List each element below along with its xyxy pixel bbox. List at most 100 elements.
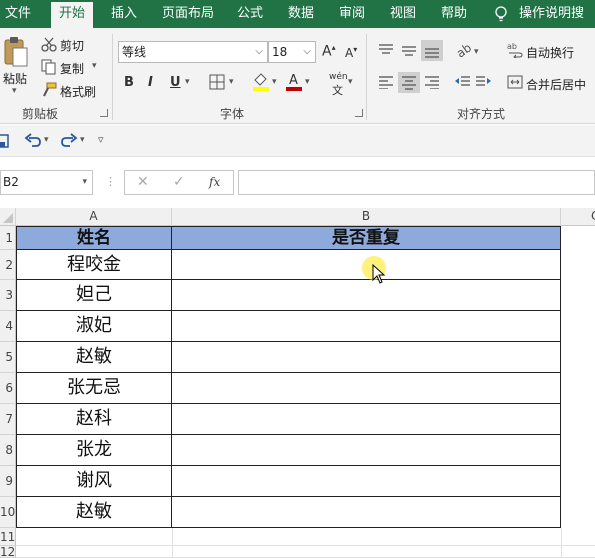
bold-button[interactable]: B bbox=[124, 75, 134, 90]
merge-center-button[interactable]: 合并后居中 bbox=[526, 76, 586, 93]
save-icon[interactable] bbox=[0, 134, 10, 148]
clipboard-dialog-launcher-icon[interactable] bbox=[100, 109, 108, 117]
row-header[interactable]: 11 bbox=[0, 528, 16, 546]
font-size-combo[interactable]: 18 ⌵ bbox=[268, 41, 316, 63]
align-middle-icon[interactable] bbox=[401, 43, 417, 57]
copy-icon[interactable] bbox=[41, 59, 57, 75]
tab-insert[interactable]: 插入 bbox=[111, 0, 137, 28]
formula-input[interactable] bbox=[238, 170, 595, 195]
font-color-dropdown-icon[interactable]: ▾ bbox=[305, 77, 310, 87]
align-right-icon[interactable] bbox=[424, 75, 440, 89]
row-header[interactable]: 8 bbox=[0, 435, 16, 466]
tab-formulas[interactable]: 公式 bbox=[237, 0, 263, 28]
redo-dropdown-icon[interactable]: ▾ bbox=[80, 135, 85, 145]
decrease-indent-icon[interactable] bbox=[453, 75, 471, 89]
duplicate-check-cell[interactable] bbox=[172, 373, 561, 404]
row-header[interactable]: 10 bbox=[0, 497, 16, 528]
merge-center-icon[interactable] bbox=[507, 74, 523, 90]
wrap-text-button[interactable]: 自动换行 bbox=[526, 44, 574, 61]
cancel-entry-button[interactable]: ✕ bbox=[137, 174, 149, 190]
tab-review[interactable]: 审阅 bbox=[339, 0, 365, 28]
grow-font-button[interactable]: A▴ bbox=[322, 43, 336, 60]
format-painter-button[interactable]: 格式刷 bbox=[60, 83, 96, 100]
name-cell[interactable]: 淑妃 bbox=[16, 311, 172, 342]
row-header[interactable]: 2 bbox=[0, 250, 16, 280]
column-header-c[interactable]: C bbox=[561, 208, 595, 226]
fill-color-dropdown-icon[interactable]: ▾ bbox=[272, 77, 277, 87]
customize-qat-icon[interactable]: ▿ bbox=[98, 133, 104, 146]
duplicate-check-cell[interactable] bbox=[172, 497, 561, 528]
duplicate-check-cell[interactable] bbox=[172, 311, 561, 342]
copy-button[interactable]: 复制 bbox=[60, 60, 84, 77]
underline-dropdown-icon[interactable]: ▾ bbox=[185, 77, 190, 87]
row-header[interactable]: 4 bbox=[0, 311, 16, 342]
font-color-icon[interactable]: A bbox=[285, 71, 303, 91]
phonetic-guide-button[interactable]: wén bbox=[329, 72, 348, 82]
row-header[interactable]: 5 bbox=[0, 342, 16, 373]
align-bottom-button[interactable] bbox=[421, 40, 443, 61]
font-dialog-launcher-icon[interactable] bbox=[355, 109, 363, 117]
name-cell[interactable]: 张无忌 bbox=[16, 373, 172, 404]
wrap-text-icon[interactable]: ab bbox=[507, 42, 523, 58]
align-top-icon[interactable] bbox=[378, 43, 394, 57]
name-box-dropdown-icon[interactable]: ▾ bbox=[82, 171, 87, 194]
tell-me-search[interactable]: 操作说明搜索 bbox=[519, 0, 595, 49]
align-left-icon[interactable] bbox=[378, 75, 394, 89]
paste-label[interactable]: 粘贴 bbox=[3, 70, 27, 87]
tab-home[interactable]: 开始 bbox=[51, 2, 94, 28]
align-center-button[interactable] bbox=[398, 72, 420, 93]
italic-button[interactable]: I bbox=[148, 75, 153, 90]
paste-icon[interactable] bbox=[3, 36, 29, 68]
scissors-icon[interactable] bbox=[41, 36, 57, 52]
increase-indent-icon[interactable] bbox=[475, 75, 493, 89]
orientation-dropdown-icon[interactable]: ▾ bbox=[474, 47, 479, 57]
name-cell[interactable]: 赵敏 bbox=[16, 497, 172, 528]
tab-help[interactable]: 帮助 bbox=[441, 0, 467, 28]
name-cell[interactable]: 程咬金 bbox=[16, 250, 172, 280]
underline-button[interactable]: U bbox=[170, 75, 181, 90]
column-header-b[interactable]: B bbox=[172, 208, 561, 226]
orientation-icon[interactable]: ab bbox=[455, 42, 473, 58]
select-all-corner[interactable] bbox=[0, 208, 16, 226]
duplicate-check-cell[interactable] bbox=[172, 435, 561, 466]
confirm-entry-button[interactable]: ✓ bbox=[173, 174, 185, 190]
header-cell-b[interactable]: 是否重复 bbox=[172, 226, 561, 250]
paste-dropdown-icon[interactable]: ▾ bbox=[12, 86, 17, 96]
borders-icon[interactable] bbox=[209, 74, 225, 90]
row-header[interactable]: 12 bbox=[0, 546, 16, 558]
row-header[interactable]: 3 bbox=[0, 280, 16, 311]
format-painter-icon[interactable] bbox=[41, 82, 57, 98]
duplicate-check-cell[interactable] bbox=[172, 342, 561, 373]
name-cell[interactable]: 妲己 bbox=[16, 280, 172, 311]
name-box[interactable]: B2 ▾ bbox=[0, 170, 93, 195]
copy-dropdown-icon[interactable]: ▾ bbox=[92, 61, 97, 71]
tab-data[interactable]: 数据 bbox=[288, 0, 314, 28]
tab-view[interactable]: 视图 bbox=[390, 0, 416, 28]
row-header[interactable]: 7 bbox=[0, 404, 16, 435]
row-header[interactable]: 6 bbox=[0, 373, 16, 404]
phonetic-dropdown-icon[interactable]: ▾ bbox=[348, 77, 353, 87]
name-cell[interactable]: 赵科 bbox=[16, 404, 172, 435]
name-cell[interactable]: 谢风 bbox=[16, 466, 172, 497]
redo-icon[interactable] bbox=[60, 133, 78, 149]
duplicate-check-cell[interactable] bbox=[172, 466, 561, 497]
duplicate-check-cell[interactable] bbox=[172, 404, 561, 435]
duplicate-check-cell[interactable] bbox=[172, 280, 561, 311]
row-header[interactable]: 1 bbox=[0, 226, 16, 250]
header-cell-a[interactable]: 姓名 bbox=[16, 226, 172, 250]
tab-file[interactable]: 文件 bbox=[5, 0, 31, 28]
borders-dropdown-icon[interactable]: ▾ bbox=[229, 77, 234, 87]
undo-icon[interactable] bbox=[24, 133, 42, 149]
undo-dropdown-icon[interactable]: ▾ bbox=[44, 135, 49, 145]
fill-color-icon[interactable] bbox=[252, 71, 270, 91]
font-name-combo[interactable]: 等线 ⌵ bbox=[118, 41, 268, 63]
cut-button[interactable]: 剪切 bbox=[60, 37, 84, 54]
shrink-font-button[interactable]: A▾ bbox=[345, 45, 357, 60]
insert-function-button[interactable]: fx bbox=[209, 175, 220, 189]
row-header[interactable]: 9 bbox=[0, 466, 16, 497]
name-cell[interactable]: 张龙 bbox=[16, 435, 172, 466]
name-cell[interactable]: 赵敏 bbox=[16, 342, 172, 373]
lightbulb-icon[interactable] bbox=[494, 6, 508, 22]
column-header-a[interactable]: A bbox=[16, 208, 172, 226]
tab-page-layout[interactable]: 页面布局 bbox=[162, 0, 214, 28]
